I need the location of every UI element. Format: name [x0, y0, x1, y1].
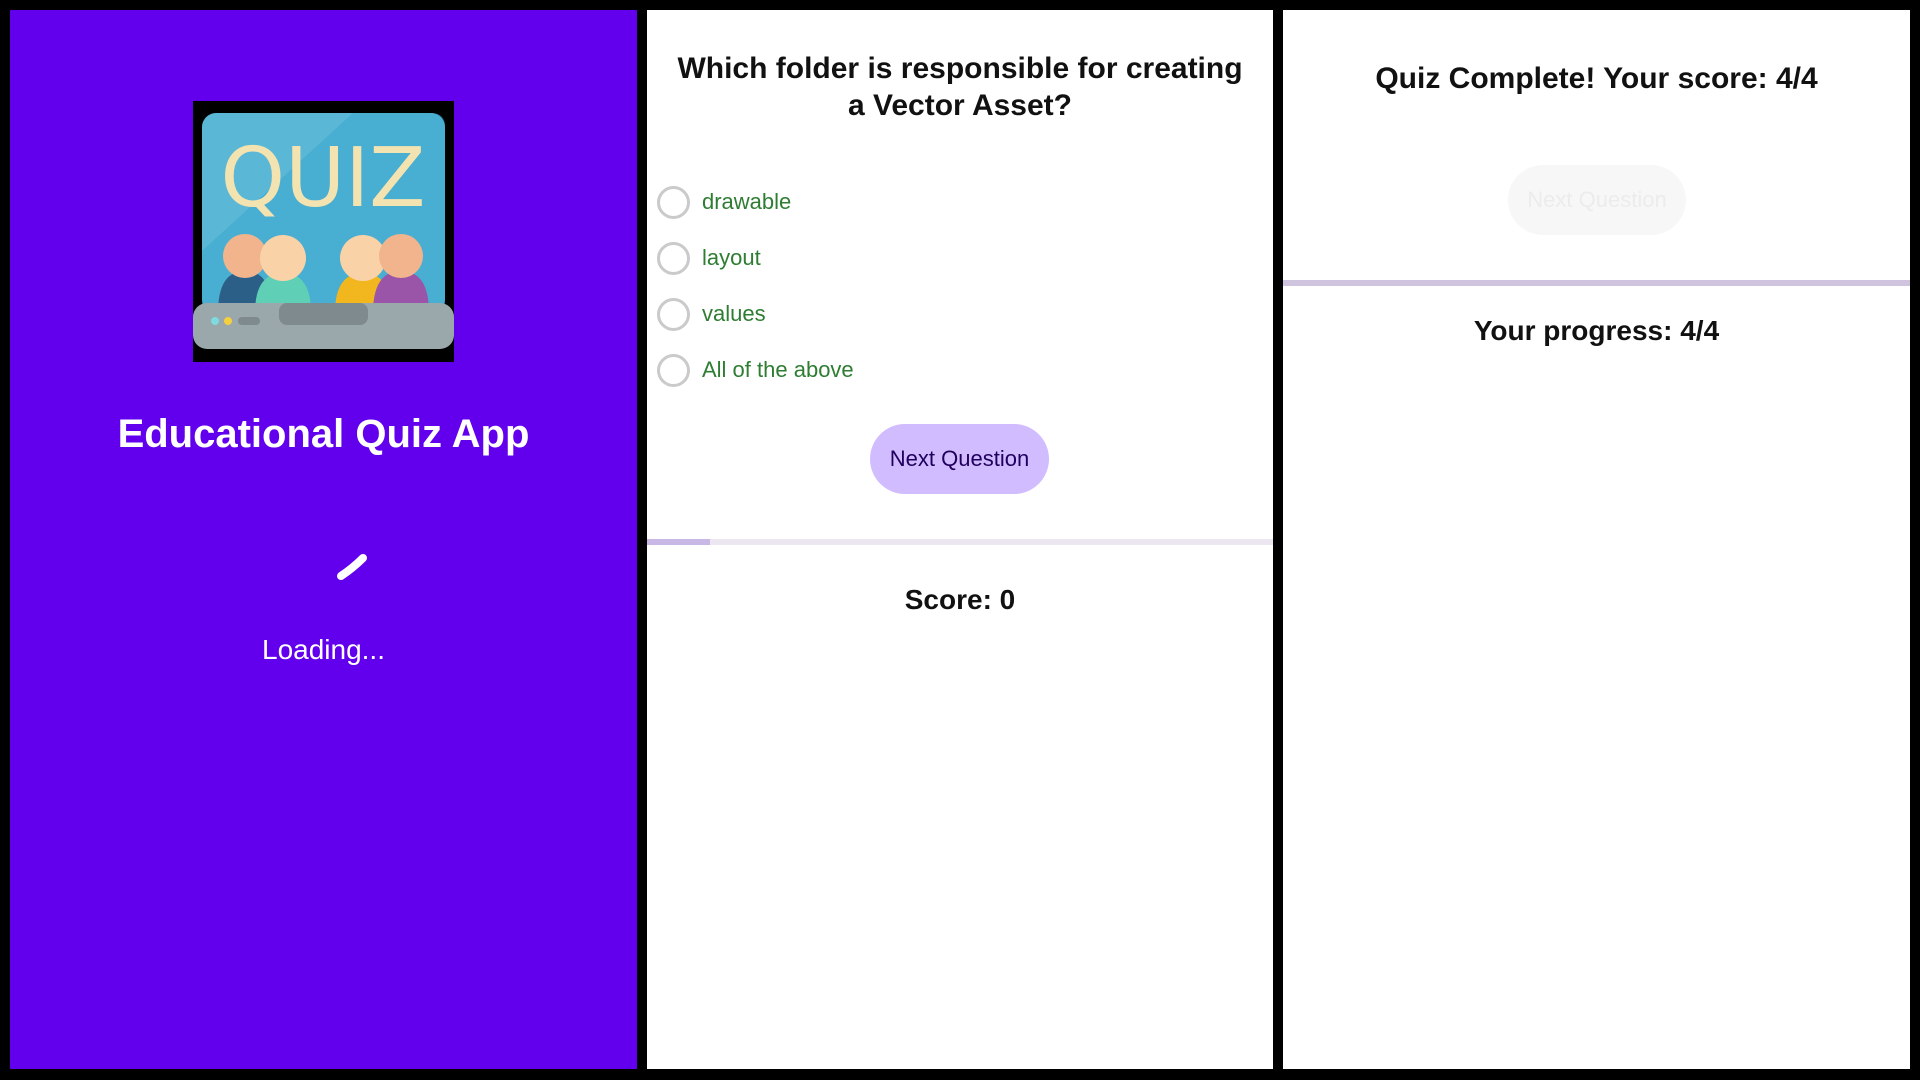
score-text: Score: 0: [904, 584, 1016, 615]
radio-button[interactable]: [657, 353, 690, 387]
next-question-button[interactable]: Next Question: [870, 424, 1049, 494]
question-text: Which folder is responsible for creating…: [677, 52, 1243, 122]
loading-spinner: [337, 554, 367, 580]
progress-text: Your progress: 4/4: [1473, 315, 1720, 346]
radio-button[interactable]: [657, 185, 690, 219]
quiz-complete-title: Quiz Complete! Your score: 4/4: [1375, 62, 1818, 95]
option-values[interactable]: values: [657, 286, 854, 342]
progress-fill: [1283, 280, 1910, 286]
answer-options: drawable layout values All of the above: [657, 174, 854, 398]
complete-screen: Quiz Complete! Your score: 4/4 Next Ques…: [1283, 10, 1910, 1069]
option-drawable[interactable]: drawable: [657, 174, 854, 230]
option-label: values: [702, 301, 766, 326]
logo-text: QUIZ: [221, 131, 426, 226]
radio-button[interactable]: [657, 241, 690, 275]
progress-bar: [647, 539, 1273, 545]
progress-bar: [1283, 280, 1910, 286]
option-layout[interactable]: layout: [657, 230, 854, 286]
splash-screen: QUIZ Educational Quiz App Loading...: [10, 10, 637, 1069]
next-question-button-disabled: Next Question: [1508, 165, 1686, 235]
option-label: drawable: [702, 189, 792, 214]
option-all-of-the-above[interactable]: All of the above: [657, 342, 854, 398]
loading-text: Loading...: [262, 634, 385, 665]
question-screen: Which folder is responsible for creating…: [647, 10, 1273, 1069]
option-label: All of the above: [702, 357, 854, 382]
quiz-logo: QUIZ: [193, 101, 454, 362]
app-title: Educational Quiz App: [117, 412, 530, 456]
option-label: layout: [702, 245, 761, 270]
radio-button[interactable]: [657, 297, 690, 331]
progress-fill: [647, 539, 710, 545]
